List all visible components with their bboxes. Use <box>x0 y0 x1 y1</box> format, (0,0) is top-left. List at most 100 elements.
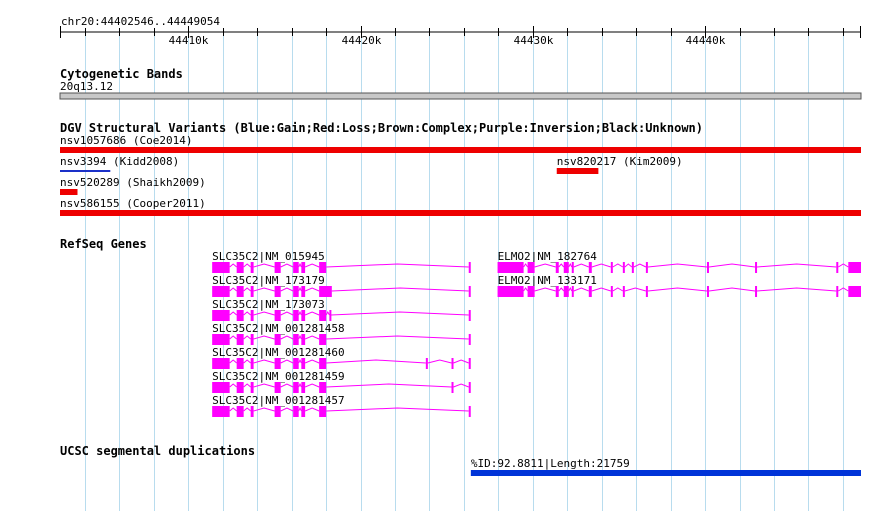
gene-exon <box>301 382 306 393</box>
gene-intron <box>523 287 529 292</box>
gene-intron <box>624 263 633 268</box>
gene-feature[interactable]: SLC35C2|NM_001281458 <box>212 322 471 345</box>
gene-feature[interactable]: ELMO2|NM_182764 <box>497 250 861 273</box>
dgv-variant-bar[interactable] <box>60 170 111 172</box>
gene-exon <box>293 334 299 345</box>
gene-intron <box>229 359 237 364</box>
gene-intron <box>591 287 611 292</box>
gene-intron <box>229 407 237 412</box>
gene-intron <box>298 262 302 268</box>
gene-exon <box>706 286 709 297</box>
gene-intron <box>304 407 320 412</box>
gene-exon <box>301 286 306 297</box>
gene-feature[interactable]: SLC35C2|NM_001281457 <box>212 394 471 417</box>
gene-exon <box>212 358 230 369</box>
ruler-tick-label: 44410k <box>169 34 209 47</box>
gene-exon <box>610 262 613 273</box>
gene-feature[interactable]: SLC35C2|NM_001281460 <box>212 346 471 369</box>
gene-exon <box>250 286 254 297</box>
gene-exon <box>497 286 524 297</box>
gene-exon <box>468 406 471 417</box>
gene-exon <box>836 286 839 297</box>
gene-intron <box>253 311 275 316</box>
gene-label: SLC35C2|NM_001281457 <box>212 394 344 407</box>
gene-exon <box>301 334 306 345</box>
gene-label: ELMO2|NM_133171 <box>498 274 597 287</box>
gene-intron <box>633 263 647 268</box>
gene-exon <box>610 286 613 297</box>
gene-intron <box>558 287 565 292</box>
gene-exon <box>588 286 592 297</box>
gene-intron <box>304 311 320 316</box>
gene-label: SLC35C2|NM_173179 <box>212 274 325 287</box>
gene-exon <box>319 358 327 369</box>
gene-intron <box>304 359 320 364</box>
dgv-variant-bar[interactable] <box>556 168 599 174</box>
gene-intron <box>573 287 589 292</box>
gene-intron <box>304 287 320 292</box>
gene-exon <box>527 262 535 273</box>
gene-intron <box>229 287 237 292</box>
gene-intron <box>453 383 469 388</box>
gene-intron <box>298 406 302 412</box>
gene-exon <box>236 406 244 417</box>
gene-intron <box>229 335 237 340</box>
gene-feature[interactable]: SLC35C2|NM_001281459 <box>212 370 471 393</box>
ruler-labels: 44410k 44420k 44430k 44440k <box>169 34 726 47</box>
gene-exon <box>236 286 244 297</box>
gene-intron <box>647 263 708 268</box>
gene-exon <box>468 310 471 321</box>
dgv-variant[interactable]: nsv820217 (Kim2009) <box>556 155 683 174</box>
gene-intron <box>453 359 469 364</box>
gene-exon <box>468 286 471 297</box>
gene-feature[interactable]: SLC35C2|NM_015945 <box>212 250 471 273</box>
gene-feature[interactable]: SLC35C2|NM_173073 <box>212 298 471 321</box>
segdup-track-title: UCSC segmental duplications <box>60 444 255 458</box>
dgv-variant-bar[interactable] <box>60 210 861 216</box>
gene-feature[interactable]: SLC35C2|NM_173179 <box>212 274 471 297</box>
segdup-feature[interactable] <box>470 470 861 476</box>
gene-exon <box>274 406 281 417</box>
gene-exon <box>250 406 254 417</box>
gene-exon <box>755 286 758 297</box>
gene-exon <box>755 262 758 273</box>
gene-feature[interactable]: ELMO2|NM_133171 <box>497 274 861 297</box>
gene-exon <box>250 334 254 345</box>
gene-intron <box>243 311 251 316</box>
gene-exon <box>319 262 327 273</box>
gene-exon <box>293 406 299 417</box>
gene-exon <box>319 286 332 297</box>
gene-exon <box>212 382 230 393</box>
gene-intron <box>757 287 837 292</box>
gene-exon <box>236 310 244 321</box>
cytoband-bar[interactable] <box>59 92 862 100</box>
gene-intron <box>612 287 624 292</box>
gene-exon <box>293 382 299 393</box>
gene-exon <box>293 358 299 369</box>
gene-intron <box>229 263 237 268</box>
dgv-variant-bar[interactable] <box>60 189 78 195</box>
gene-exon <box>293 310 299 321</box>
gene-exon <box>212 406 230 417</box>
gene-exon <box>425 358 428 369</box>
gene-exon <box>848 262 861 273</box>
gene-exon <box>274 334 281 345</box>
gene-exon <box>555 286 559 297</box>
gene-intron <box>229 383 237 388</box>
grid-lines <box>85 36 844 511</box>
dgv-variant[interactable]: nsv520289 (Shaikh2009) <box>60 176 206 195</box>
gene-intron <box>253 383 275 388</box>
gene-intron <box>280 311 294 316</box>
gene-intron <box>591 263 611 268</box>
gene-intron <box>280 287 294 292</box>
gene-exon <box>468 382 471 393</box>
gene-exon <box>212 262 230 273</box>
gene-exon <box>250 382 254 393</box>
dgv-variant-bar[interactable] <box>60 147 861 153</box>
gene-exon <box>645 286 648 297</box>
gene-intron <box>708 263 756 268</box>
ruler-tick-label: 44430k <box>514 34 554 47</box>
gene-intron <box>568 286 573 292</box>
region-label: chr20:44402546..44449054 <box>61 15 220 28</box>
gene-intron <box>612 263 624 268</box>
